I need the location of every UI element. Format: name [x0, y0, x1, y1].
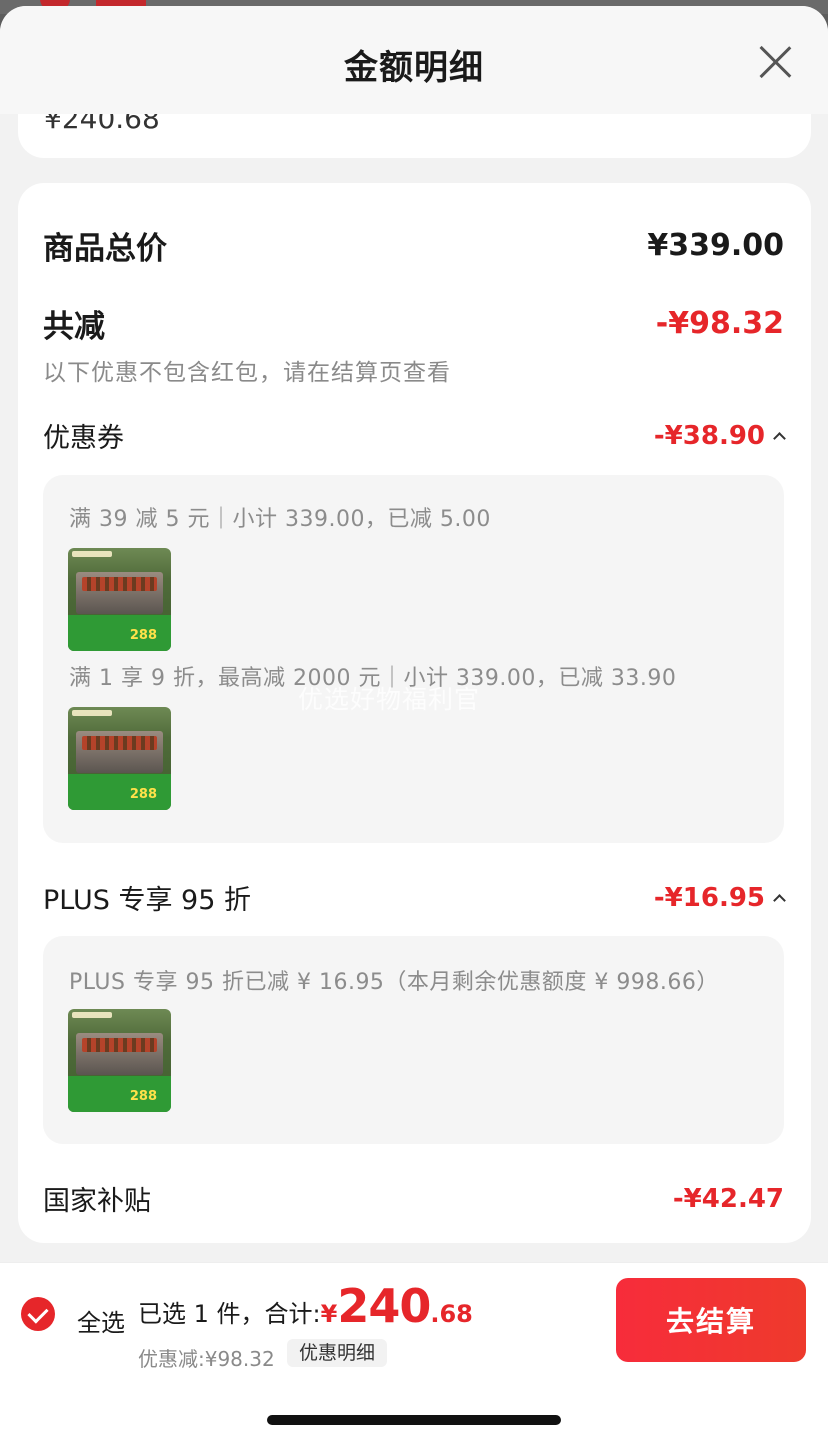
product-thumbnail: 288 [68, 1009, 171, 1112]
watermark: 优选好物福利官 [298, 685, 481, 714]
close-icon[interactable] [758, 44, 792, 78]
goods-total-label: 商品总价 [43, 231, 167, 267]
home-indicator [267, 1415, 561, 1425]
discount-amount: 优惠减:¥98.32 [138, 1347, 275, 1371]
plus-detail-line: PLUS 专享 95 折已减 ¥ 16.95（本月剩余优惠额度 ¥ 998.66… [69, 970, 719, 995]
total-reduce-value: -¥98.32 [655, 306, 784, 341]
subsidy-row: 国家补贴 -¥42.47 [43, 1179, 784, 1218]
sheet-title: 金额明细 [344, 48, 484, 88]
selected-summary: 已选 1 件，合计: ¥ 240 .68 [138, 1279, 473, 1333]
plus-value-wrap: -¥16.95 [653, 882, 786, 913]
product-thumbnail: 288 [68, 707, 171, 810]
subsidy-label: 国家补贴 [43, 1186, 151, 1217]
product-price-tag: 288 [129, 787, 157, 802]
goods-total-row: 商品总价 ¥339.00 [43, 223, 784, 268]
discount-note: 以下优惠不包含红包，请在结算页查看 [43, 360, 451, 386]
chevron-up-icon[interactable] [773, 894, 786, 907]
total-currency: ¥ [320, 1300, 338, 1328]
grill-image [76, 572, 163, 614]
plus-label: PLUS 专享 95 折 [43, 885, 251, 916]
plus-detail-box: PLUS 专享 95 折已减 ¥ 16.95（本月剩余优惠额度 ¥ 998.66… [43, 936, 784, 1144]
goods-total-value: ¥339.00 [647, 228, 784, 263]
checkout-bar: 全选 已选 1 件，合计: ¥ 240 .68 优惠减:¥98.32 优惠明细 … [0, 1262, 828, 1443]
discount-detail-button[interactable]: 优惠明细 [287, 1339, 388, 1367]
chevron-up-icon[interactable] [773, 432, 786, 445]
grill-image [76, 731, 163, 773]
total-reduce-row: 共减 -¥98.32 [43, 301, 784, 346]
select-all-checkbox[interactable] [21, 1297, 55, 1331]
coupon-detail-line: 满 39 减 5 元｜小计 339.00，已减 5.00 [69, 507, 491, 532]
grill-image [76, 1033, 163, 1075]
sheet-header: 金额明细 [0, 6, 828, 114]
total-integer: 240 [337, 1279, 431, 1333]
coupon-value: -¥38.90 [653, 420, 765, 451]
coupon-label: 优惠券 [43, 423, 124, 454]
selected-count-text: 已选 1 件，合计: [138, 1300, 321, 1328]
checkout-button[interactable]: 去结算 [616, 1278, 806, 1362]
brand-logo-icon [72, 1012, 112, 1018]
product-price-tag: 288 [129, 1089, 157, 1104]
total-decimal: .68 [430, 1300, 473, 1328]
brand-logo-icon [72, 551, 112, 557]
plus-value: -¥16.95 [653, 882, 765, 913]
select-all-label[interactable]: 全选 [77, 1303, 125, 1338]
product-price-tag: 288 [129, 628, 157, 643]
brand-logo-icon [72, 710, 112, 716]
coupon-detail-box: 满 39 减 5 元｜小计 339.00，已减 5.00 288 满 1 享 9… [43, 475, 784, 843]
subsidy-value: -¥42.47 [672, 1183, 784, 1214]
amount-detail-sheet: 金额明细 ¥240.68 商品总价 ¥339.00 共减 -¥98.32 以下优… [0, 6, 828, 1443]
total-reduce-label: 共减 [43, 309, 105, 345]
plus-row[interactable]: PLUS 专享 95 折 -¥16.95 [43, 878, 786, 917]
coupon-row[interactable]: 优惠券 -¥38.90 [43, 416, 786, 455]
coupon-value-wrap: -¥38.90 [653, 420, 786, 451]
product-thumbnail: 288 [68, 548, 171, 651]
